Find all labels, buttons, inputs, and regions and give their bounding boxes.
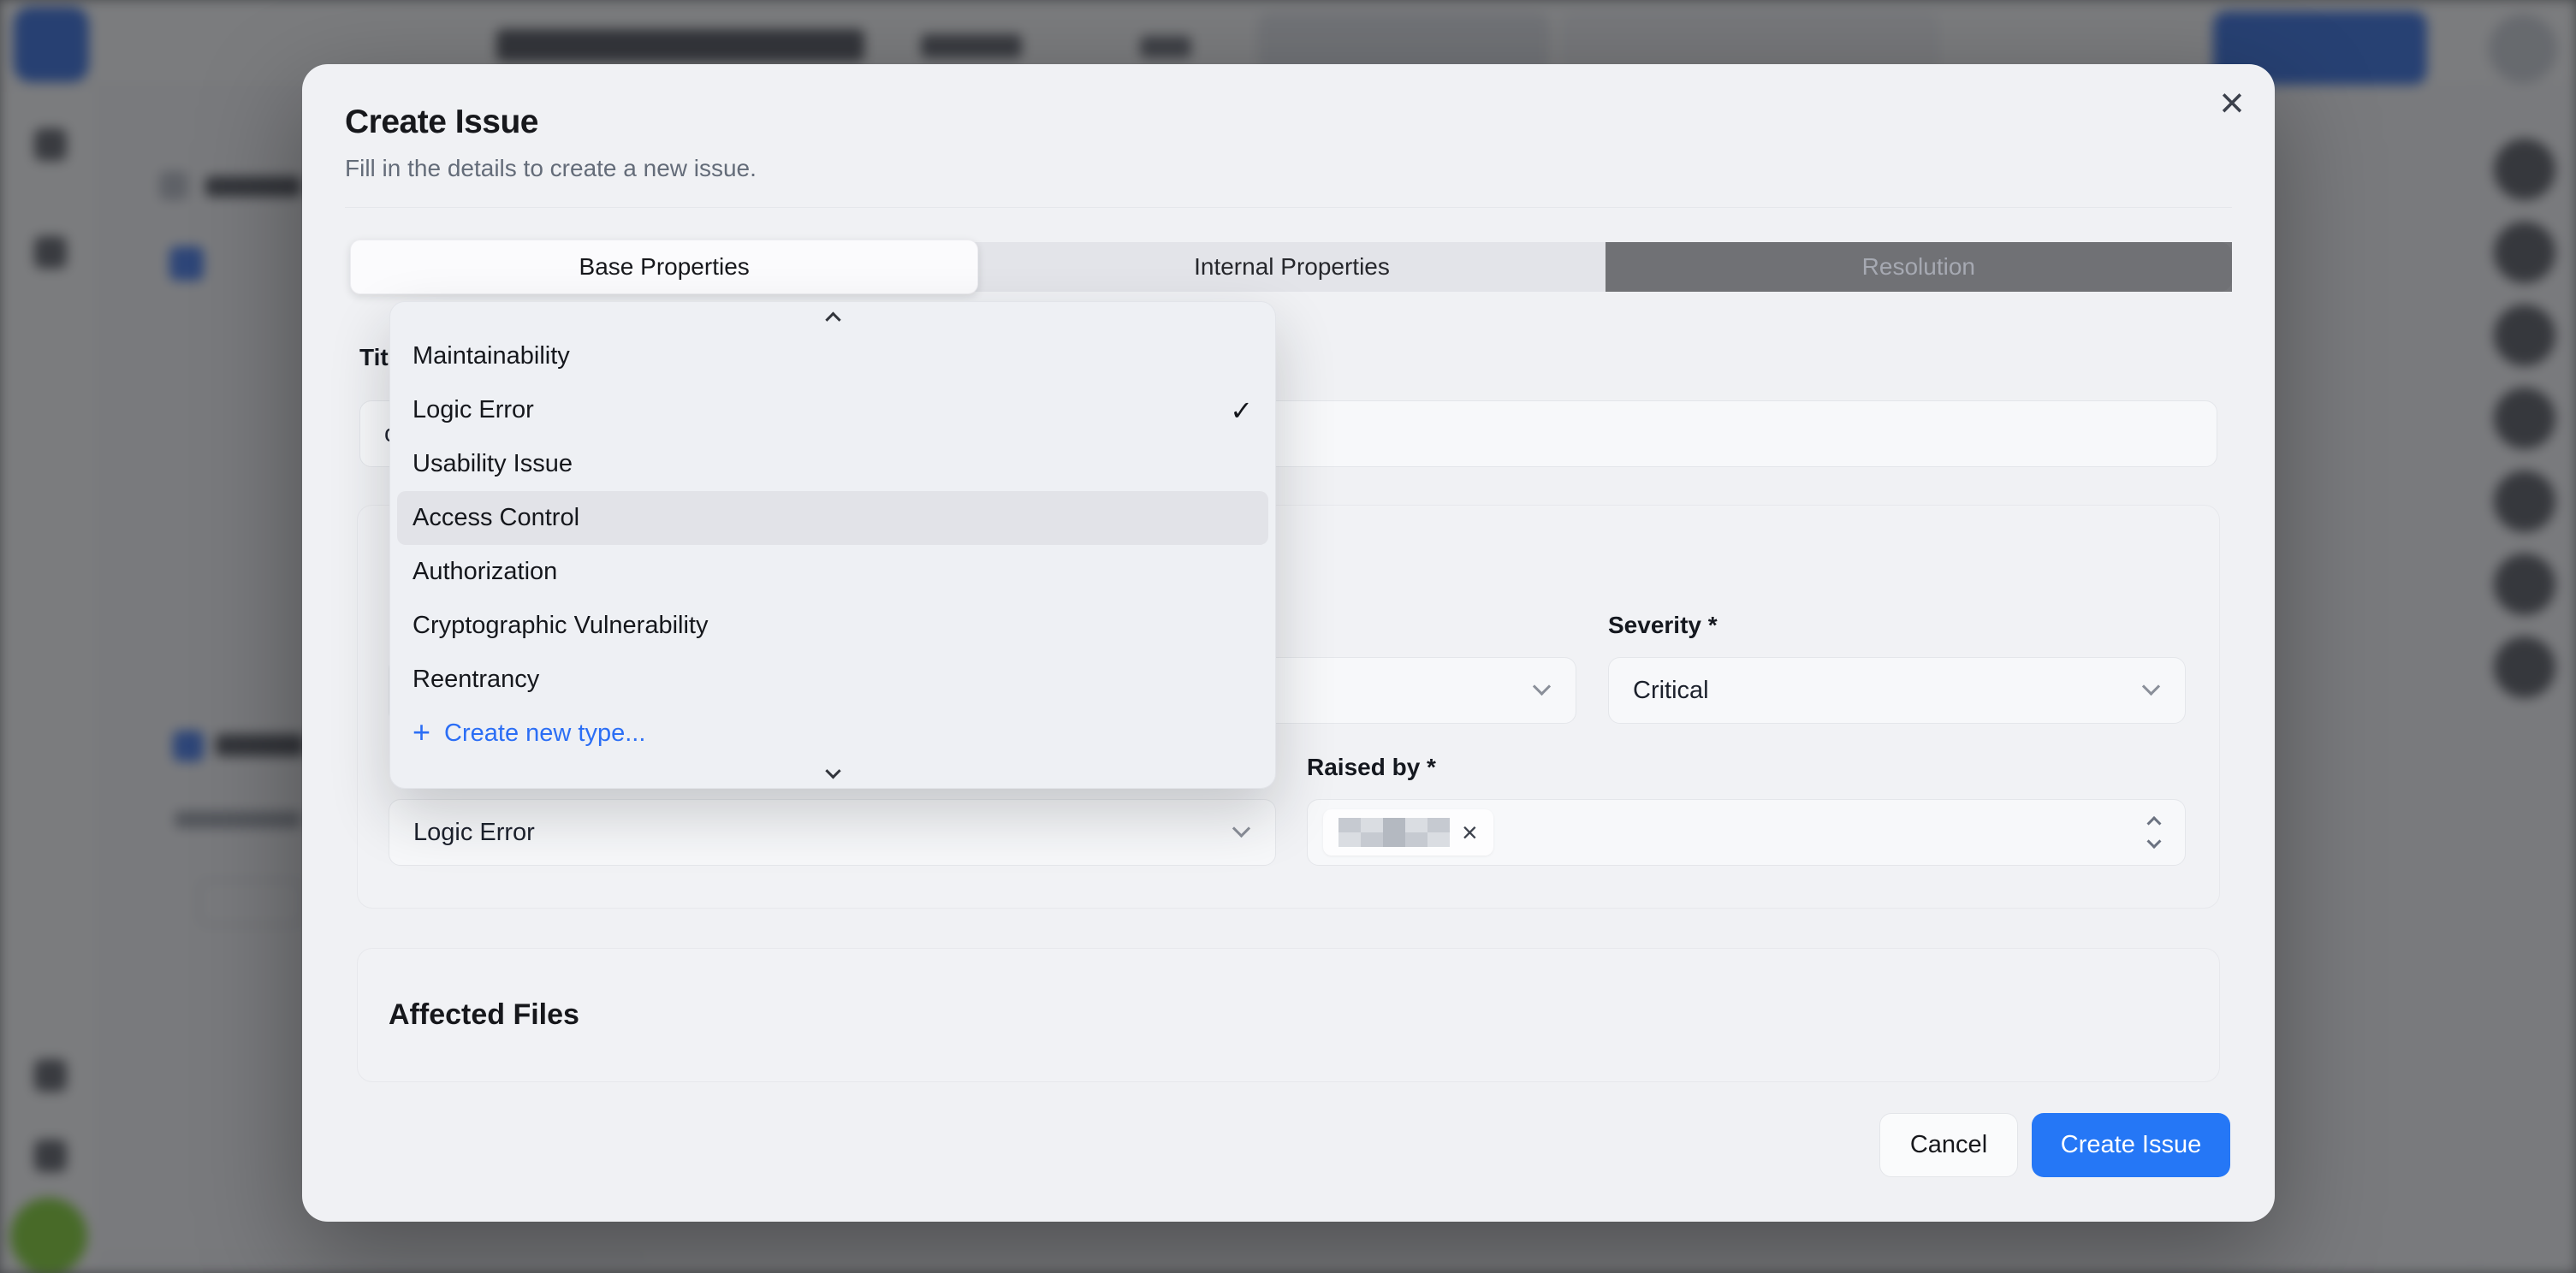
create-new-type-item[interactable]: + Create new type... [397, 707, 1268, 761]
raised-by-chip: × [1323, 809, 1493, 856]
chevron-down-icon [1232, 820, 1250, 838]
remove-chip-icon[interactable]: × [1462, 819, 1478, 846]
severity-label: Severity * [1608, 612, 1718, 639]
raised-by-select[interactable]: × [1307, 799, 2186, 866]
selected-check-icon: ✓ [1230, 394, 1253, 427]
tab-internal-properties[interactable]: Internal Properties [978, 242, 1605, 292]
affected-files-card: Affected Files [357, 948, 2220, 1082]
severity-select[interactable]: Critical [1608, 657, 2186, 724]
tab-base-properties[interactable]: Base Properties [350, 240, 978, 294]
type-select[interactable]: Logic Error [389, 799, 1276, 866]
dropdown-item-cryptographic-vulnerability[interactable]: Cryptographic Vulnerability [397, 599, 1268, 653]
affected-files-heading: Affected Files [389, 998, 579, 1032]
dropdown-item-authorization[interactable]: Authorization [397, 545, 1268, 599]
raised-by-label: Raised by * [1307, 754, 1436, 781]
dropdown-item-logic-error[interactable]: Logic Error ✓ [397, 383, 1268, 437]
modal-title: Create Issue [345, 104, 538, 141]
dropdown-item-usability-issue[interactable]: Usability Issue [397, 437, 1268, 491]
scroll-down-icon[interactable] [397, 761, 1268, 788]
cancel-button[interactable]: Cancel [1879, 1113, 2018, 1177]
severity-value: Critical [1633, 677, 1709, 705]
chevron-down-icon [1533, 678, 1551, 696]
header-divider [345, 207, 2232, 208]
dropdown-item-access-control[interactable]: Access Control [397, 491, 1268, 545]
dropdown-item-reentrancy[interactable]: Reentrancy [397, 653, 1268, 707]
redacted-username [1338, 818, 1450, 847]
create-issue-button[interactable]: Create Issue [2032, 1113, 2230, 1177]
stepper-icon [2149, 819, 2159, 847]
close-icon[interactable]: × [2211, 81, 2253, 124]
scroll-up-icon[interactable] [397, 302, 1268, 329]
modal-tabs: Base Properties Internal Properties Reso… [350, 242, 2232, 292]
plus-icon: + [413, 717, 430, 748]
type-value: Logic Error [413, 819, 535, 847]
modal-subtitle: Fill in the details to create a new issu… [345, 155, 757, 182]
dropdown-item-maintainability[interactable]: Maintainability [397, 329, 1268, 383]
tab-resolution[interactable]: Resolution [1606, 242, 2232, 292]
chevron-down-icon [2142, 678, 2160, 696]
type-dropdown-menu: Maintainability Logic Error ✓ Usability … [389, 301, 1276, 789]
